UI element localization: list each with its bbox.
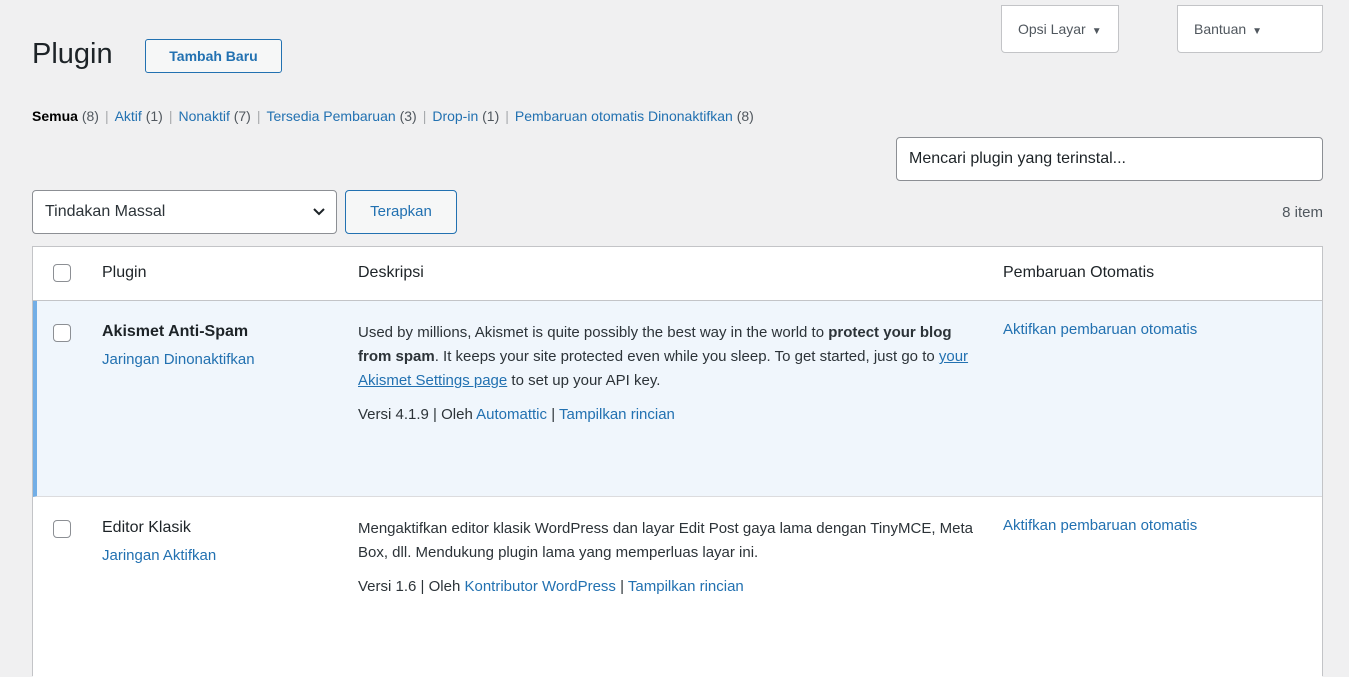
plugin-search-input[interactable]: Mencari plugin yang terinstal... (896, 137, 1323, 181)
view-details-link[interactable]: Tampilkan rincian (628, 578, 744, 595)
plugin-meta: Versi 4.1.9 | Oleh Automattic | Tampilka… (358, 406, 675, 423)
network-action-link[interactable]: Jaringan Dinonaktifkan (102, 351, 255, 368)
bulk-actions-select[interactable]: Tindakan Massal (32, 190, 337, 234)
filter-all[interactable]: Semua (32, 108, 78, 124)
plugin-status-filters: Semua (8) | Aktif (1) | Nonaktif (7) | Tersedi… (32, 108, 754, 124)
caret-down-icon: ▼ (1091, 26, 1102, 37)
help-label: Bantuan (1194, 21, 1247, 37)
bulk-actions-selected: Tindakan Massal (45, 203, 166, 220)
filter-inactive[interactable]: Nonaktif (7) (178, 108, 250, 124)
column-description: Deskripsi (358, 264, 424, 281)
screen-options-label: Opsi Layar (1018, 21, 1086, 37)
table-header: Plugin Deskripsi Pembaruan Otomatis (33, 247, 1322, 301)
view-details-link[interactable]: Tampilkan rincian (559, 406, 675, 423)
row-checkbox[interactable] (53, 324, 71, 342)
plugin-meta: Versi 1.6 | Oleh Kontributor WordPress |… (358, 578, 744, 595)
select-all-checkbox[interactable] (53, 264, 71, 282)
plugin-name: Akismet Anti-Spam (102, 323, 249, 340)
caret-down-icon: ▼ (1252, 26, 1263, 37)
apply-bulk-action-button[interactable]: Terapkan (345, 190, 457, 234)
filter-auto-update-disabled[interactable]: Pembaruan otomatis Dinonaktifkan (8) (515, 108, 754, 124)
enable-auto-update-link[interactable]: Aktifkan pembaruan otomatis (1003, 321, 1197, 338)
column-plugin: Plugin (102, 264, 147, 281)
filter-update-available[interactable]: Tersedia Pembaruan (3) (266, 108, 416, 124)
network-action-link[interactable]: Jaringan Aktifkan (102, 547, 216, 564)
page-title: Plugin (32, 38, 113, 70)
column-auto-update: Pembaruan Otomatis (1003, 264, 1155, 281)
table-row: Akismet Anti-Spam Jaringan Dinonaktifkan… (33, 301, 1322, 497)
plugin-description: Mengaktifkan editor klasik WordPress dan… (358, 517, 978, 599)
author-link[interactable]: Kontributor WordPress (464, 578, 615, 595)
screen-options-button[interactable]: Opsi Layar ▼ (1001, 5, 1119, 53)
item-count: 8 item (1282, 204, 1323, 221)
filter-dropins[interactable]: Drop-in (1) (432, 108, 499, 124)
filter-active[interactable]: Aktif (1) (115, 108, 163, 124)
enable-auto-update-link[interactable]: Aktifkan pembaruan otomatis (1003, 517, 1197, 534)
filter-all-count: (8) (81, 108, 99, 124)
chevron-down-icon (312, 191, 326, 249)
plugin-description: Used by millions, Akismet is quite possi… (358, 321, 978, 427)
plugins-table: Plugin Deskripsi Pembaruan Otomatis Akis… (32, 246, 1323, 677)
plugin-name: Editor Klasik (102, 519, 191, 536)
author-link[interactable]: Automattic (476, 406, 547, 423)
add-new-plugin-button[interactable]: Tambah Baru (145, 39, 282, 73)
table-row: Editor Klasik Jaringan Aktifkan Mengakti… (33, 497, 1322, 677)
row-checkbox[interactable] (53, 520, 71, 538)
help-button[interactable]: Bantuan ▼ (1177, 5, 1323, 53)
